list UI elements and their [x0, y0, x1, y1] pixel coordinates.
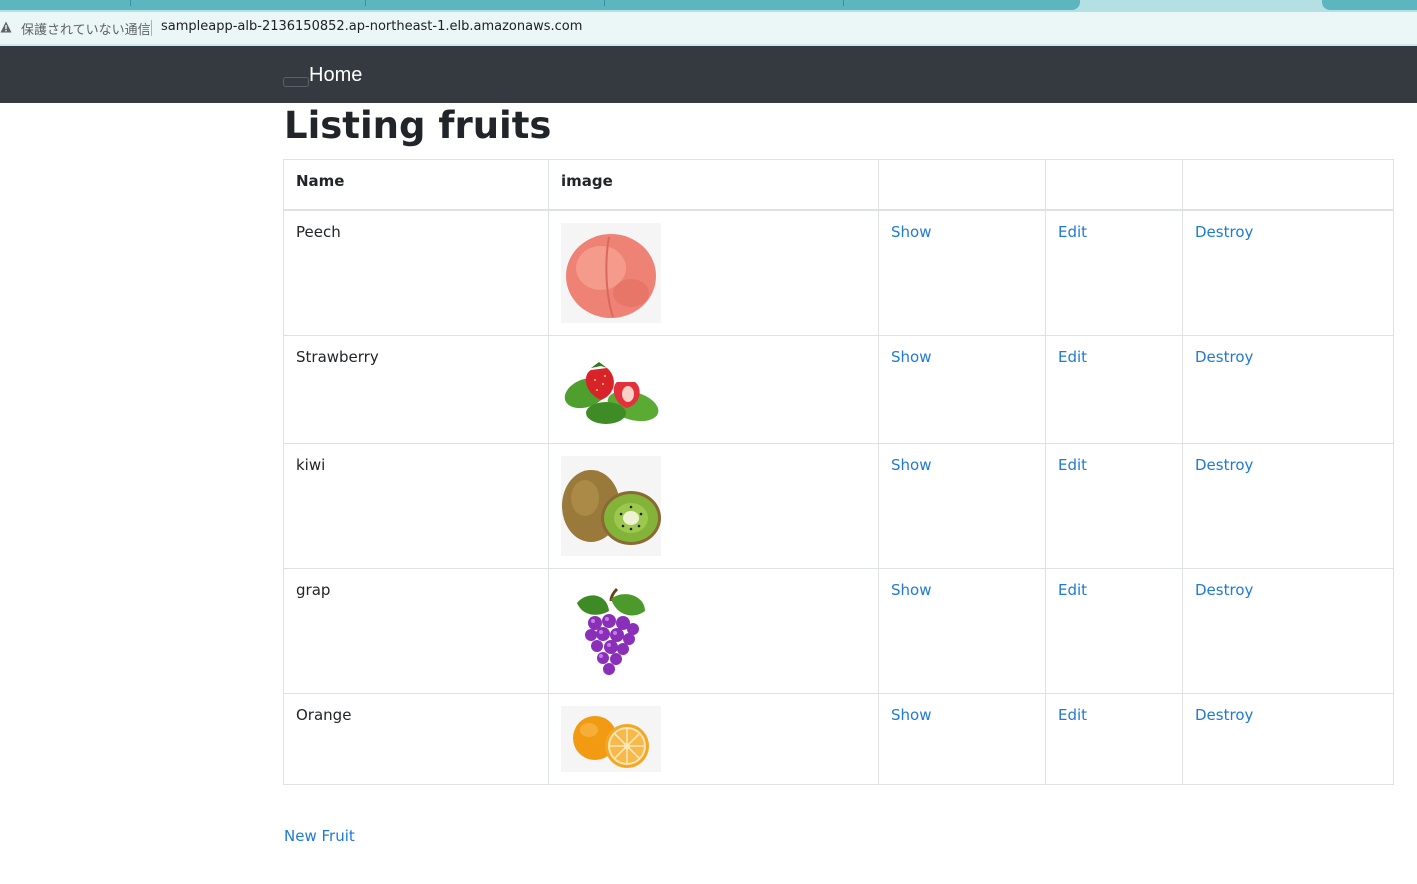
fruit-image-cell: [548, 568, 879, 694]
browser-tab[interactable]: [1322, 0, 1417, 10]
table-row: kiwi Show Edit Destroy: [283, 443, 1394, 569]
fruit-name-cell: kiwi: [283, 443, 549, 569]
nav-home-link[interactable]: Home: [309, 64, 362, 87]
table-row: Peech Show Edit Destroy: [283, 209, 1394, 336]
navbar: Home: [0, 46, 1417, 103]
fruit-name-cell: grap: [283, 568, 549, 694]
show-cell: Show: [878, 335, 1046, 444]
destroy-link[interactable]: Destroy: [1195, 706, 1253, 724]
fruit-image-cell: [548, 209, 879, 336]
browser-tab-strip: [0, 0, 1417, 12]
show-link[interactable]: Show: [891, 223, 931, 241]
tab-separator: [130, 0, 131, 6]
table-row: Strawberry Show Edit Destroy: [283, 335, 1394, 444]
fruit-image-cell: [548, 443, 879, 569]
column-header-image: image: [548, 159, 879, 211]
destroy-cell: Destroy: [1182, 443, 1394, 569]
table-header-row: Name image: [283, 159, 1394, 211]
address-divider: [151, 20, 152, 36]
show-cell: Show: [878, 693, 1046, 785]
edit-cell: Edit: [1045, 209, 1183, 336]
security-status-label[interactable]: 保護されていない通信: [21, 19, 151, 38]
edit-link[interactable]: Edit: [1058, 581, 1087, 599]
fruits-table: Name image Peech Show Edit Destroy Straw…: [283, 159, 1394, 785]
destroy-cell: Destroy: [1182, 693, 1394, 785]
edit-link[interactable]: Edit: [1058, 456, 1087, 474]
tab-separator: [604, 0, 605, 6]
column-header-destroy: [1182, 159, 1394, 211]
show-cell: Show: [878, 443, 1046, 569]
edit-cell: Edit: [1045, 568, 1183, 694]
destroy-link[interactable]: Destroy: [1195, 348, 1253, 366]
fruit-name-cell: Peech: [283, 209, 549, 336]
fruit-name-cell: Orange: [283, 693, 549, 785]
destroy-link[interactable]: Destroy: [1195, 456, 1253, 474]
destroy-cell: Destroy: [1182, 568, 1394, 694]
page-title: Listing fruits: [284, 104, 552, 147]
show-cell: Show: [878, 568, 1046, 694]
destroy-cell: Destroy: [1182, 335, 1394, 444]
edit-link[interactable]: Edit: [1058, 223, 1087, 241]
column-header-name: Name: [283, 159, 549, 211]
fruit-name-cell: Strawberry: [283, 335, 549, 444]
table-row: grap Show Edit Destroy: [283, 568, 1394, 694]
show-link[interactable]: Show: [891, 581, 931, 599]
edit-cell: Edit: [1045, 335, 1183, 444]
destroy-link[interactable]: Destroy: [1195, 223, 1253, 241]
edit-link[interactable]: Edit: [1058, 706, 1087, 724]
edit-cell: Edit: [1045, 443, 1183, 569]
tab-separator: [843, 0, 844, 6]
strawberry-image: [561, 348, 661, 431]
destroy-link[interactable]: Destroy: [1195, 581, 1253, 599]
fruit-image-cell: [548, 693, 879, 785]
fruit-image-cell: [548, 335, 879, 444]
orange-image: [561, 706, 661, 772]
browser-tab[interactable]: [0, 0, 1080, 10]
edit-cell: Edit: [1045, 693, 1183, 785]
new-fruit-link[interactable]: New Fruit: [284, 827, 355, 845]
address-bar[interactable]: 保護されていない通信 sampleapp-alb-2136150852.ap-n…: [0, 12, 1417, 46]
show-link[interactable]: Show: [891, 706, 931, 724]
grape-image: [561, 581, 661, 681]
show-cell: Show: [878, 209, 1046, 336]
navbar-toggler-button[interactable]: [283, 77, 309, 87]
peach-image: [561, 223, 661, 323]
kiwi-image: [561, 456, 661, 556]
column-header-show: [878, 159, 1046, 211]
column-header-edit: [1045, 159, 1183, 211]
table-row: Orange Show Edit Destroy: [283, 693, 1394, 785]
warning-icon[interactable]: [0, 21, 12, 33]
show-link[interactable]: Show: [891, 348, 931, 366]
edit-link[interactable]: Edit: [1058, 348, 1087, 366]
tab-separator: [365, 0, 366, 6]
url-text[interactable]: sampleapp-alb-2136150852.ap-northeast-1.…: [161, 19, 582, 34]
show-link[interactable]: Show: [891, 456, 931, 474]
destroy-cell: Destroy: [1182, 209, 1394, 336]
